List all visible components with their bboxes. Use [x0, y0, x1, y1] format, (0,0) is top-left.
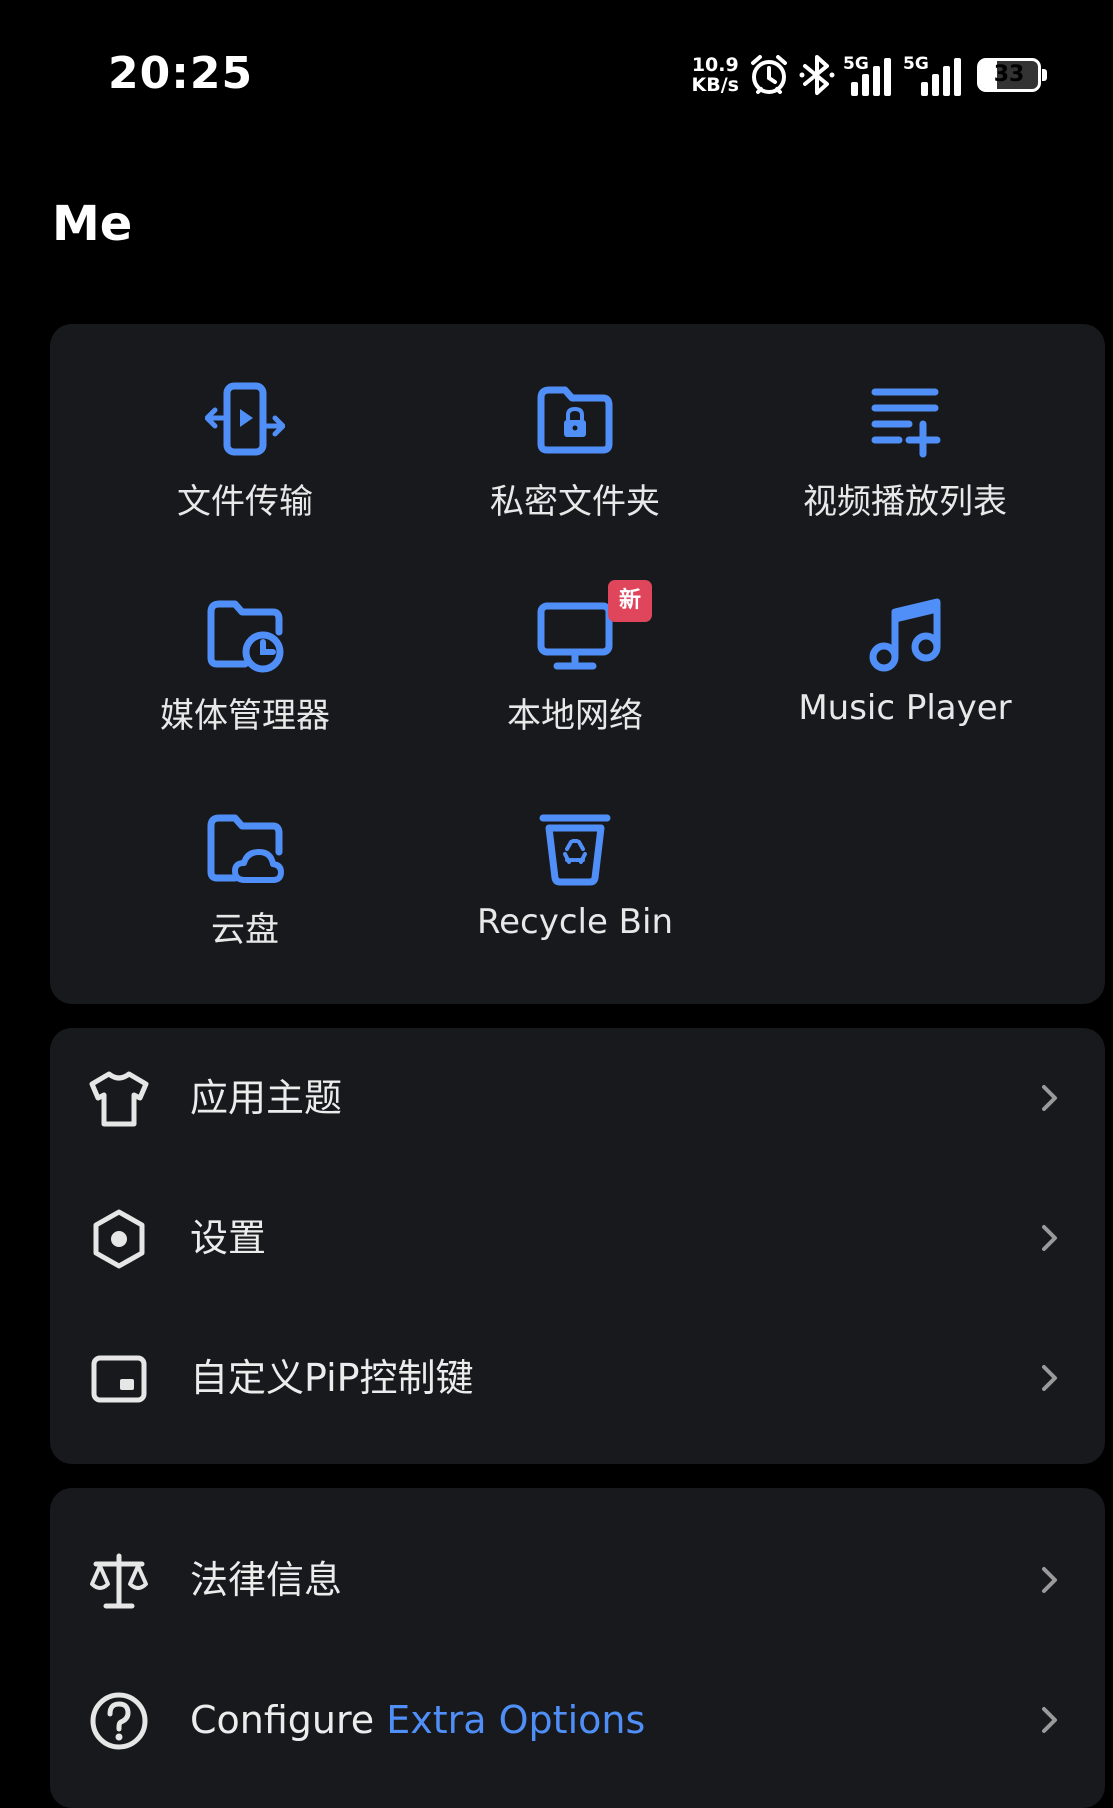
network-speed: 10.9 KB/s: [692, 55, 739, 95]
status-bar: 20:25 10.9 KB/s 5G 5G 33: [0, 0, 1113, 155]
list-item-settings[interactable]: 设置: [50, 1168, 1105, 1308]
chevron-right-icon: [1042, 1707, 1057, 1733]
chevron-right-icon: [1042, 1365, 1057, 1391]
grid-item-label: Music Player: [798, 688, 1012, 728]
grid-item-local-network[interactable]: 新 本地网络: [410, 580, 740, 737]
grid-item-media-manager[interactable]: 媒体管理器: [80, 594, 410, 737]
grid-item-private-folder[interactable]: 私密文件夹: [410, 380, 740, 523]
list-item-label: 设置: [190, 1216, 267, 1260]
grid-item-label: 媒体管理器: [160, 696, 330, 736]
cloud-folder-icon: [207, 814, 284, 883]
grid-item-cloud-drive[interactable]: 云盘: [80, 808, 410, 951]
local-network-icon: [537, 602, 613, 670]
settings-list: 应用主题 设置 自定义PiP控制键: [50, 1028, 1105, 1464]
pip-icon: [91, 1355, 147, 1403]
grid-item-video-playlist[interactable]: 视频播放列表: [740, 380, 1070, 523]
page-title: Me: [52, 196, 133, 252]
signal-icon: 5G: [843, 54, 895, 96]
bluetooth-icon: [799, 55, 835, 95]
chevron-right-icon: [1042, 1085, 1057, 1111]
alarm-icon: [751, 55, 787, 94]
grid-item-recycle-bin[interactable]: Recycle Bin: [410, 808, 740, 942]
status-time: 20:25: [108, 48, 254, 99]
signal-label: 5G: [843, 54, 869, 74]
list-item-label: 自定义PiP控制键: [190, 1356, 474, 1400]
scales-icon: [90, 1553, 148, 1609]
recycle-bin-icon: [539, 814, 611, 886]
grid-item-label: 文件传输: [177, 482, 313, 522]
list-item-pip-controls[interactable]: 自定义PiP控制键: [50, 1308, 1105, 1448]
list-item-label: Configure Extra Options: [190, 1650, 645, 1790]
list-item-app-theme[interactable]: 应用主题: [50, 1028, 1105, 1168]
info-list: 法律信息 Configure Extra Options: [50, 1488, 1105, 1808]
configure-label: Configure: [190, 1698, 387, 1742]
network-speed-unit: KB/s: [691, 74, 739, 96]
list-item-label: 法律信息: [190, 1558, 343, 1602]
battery-icon: 33: [977, 58, 1047, 92]
signal-icon: 5G: [903, 54, 967, 96]
signal-label: 5G: [903, 54, 929, 74]
file-transfer-icon: [205, 382, 285, 456]
list-item-configure-extra-options[interactable]: Configure Extra Options: [50, 1650, 1105, 1790]
private-folder-icon: [537, 386, 613, 454]
grid-item-label: 私密文件夹: [490, 482, 660, 522]
grid-item-label: 云盘: [211, 910, 279, 950]
grid-item-file-transfer[interactable]: 文件传输: [80, 380, 410, 523]
network-speed-value: 10.9: [691, 54, 739, 76]
video-playlist-icon: [871, 388, 941, 458]
extra-options-label: Extra Options: [386, 1698, 646, 1742]
shortcuts-grid: 文件传输 私密文件夹 视频播放列表 媒体管理器 新 本地网络 Music Pla…: [50, 324, 1105, 1004]
list-item-label: 应用主题: [190, 1076, 343, 1120]
new-badge: 新: [608, 580, 652, 622]
grid-item-label: 本地网络: [507, 696, 643, 736]
grid-item-label: 视频播放列表: [803, 482, 1007, 522]
media-manager-icon: [207, 600, 284, 673]
battery-level: 33: [993, 62, 1025, 87]
grid-item-music-player[interactable]: Music Player: [740, 594, 1070, 728]
hexagon-settings-icon: [93, 1209, 145, 1269]
chevron-right-icon: [1042, 1225, 1057, 1251]
chevron-right-icon: [1042, 1567, 1057, 1593]
status-icons: 10.9 KB/s 5G 5G 33: [692, 50, 1047, 100]
tshirt-icon: [89, 1071, 149, 1127]
grid-item-label: Recycle Bin: [476, 902, 673, 942]
music-note-icon: [869, 598, 941, 672]
help-circle-icon: [90, 1692, 148, 1750]
list-item-legal-info[interactable]: 法律信息: [50, 1510, 1105, 1650]
